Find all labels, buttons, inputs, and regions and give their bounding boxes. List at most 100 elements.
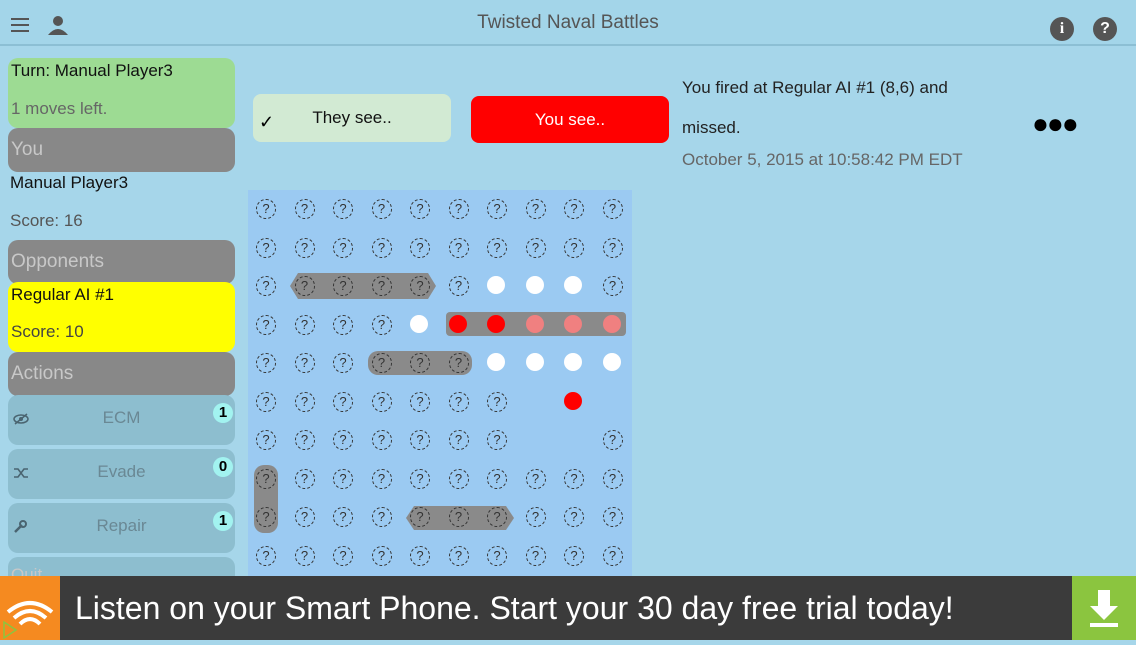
grid-cell[interactable]: ?	[294, 507, 315, 527]
repair-button[interactable]: Repair 1	[8, 503, 235, 553]
grid-cell[interactable]: ?	[602, 430, 623, 450]
grid-cell[interactable]: ?	[448, 545, 469, 566]
grid-cell[interactable]: ?	[371, 276, 392, 296]
download-icon[interactable]	[1072, 576, 1136, 640]
grid-cell[interactable]: ?	[448, 276, 469, 296]
quit-button[interactable]: Quit	[8, 557, 235, 576]
grid-cell[interactable]: ?	[294, 276, 315, 296]
grid-cell[interactable]: ?	[333, 391, 353, 412]
grid-cell[interactable]: ?	[410, 507, 430, 527]
grid-cell[interactable]: ?	[371, 314, 392, 335]
grid-cell[interactable]: ?	[371, 430, 392, 450]
grid-cell[interactable]: ?	[487, 507, 507, 527]
grid-cell[interactable]: ?	[371, 468, 392, 489]
grid-cell[interactable]: ?	[371, 237, 392, 258]
grid-cell[interactable]: ?	[371, 353, 392, 373]
grid-cell[interactable]: ?	[602, 237, 623, 258]
miss-marker[interactable]	[487, 276, 505, 294]
game-grid[interactable]: ????????????????????????????????????????…	[248, 190, 632, 576]
grid-cell[interactable]: ?	[410, 545, 430, 566]
grid-cell[interactable]: ?	[564, 507, 584, 527]
miss-marker[interactable]	[410, 314, 428, 333]
grid-cell[interactable]: ?	[294, 314, 315, 335]
grid-cell[interactable]: ?	[256, 468, 276, 489]
help-icon[interactable]: ?	[1093, 17, 1117, 41]
grid-cell[interactable]: ?	[294, 353, 315, 373]
miss-marker[interactable]	[564, 276, 582, 294]
grid-cell[interactable]: ?	[294, 237, 315, 258]
grid-cell[interactable]: ?	[410, 430, 430, 450]
grid-cell[interactable]: ?	[333, 276, 353, 296]
grid-cell[interactable]: ?	[564, 545, 584, 566]
hit-marker[interactable]	[448, 314, 467, 333]
grid-cell[interactable]: ?	[333, 314, 353, 335]
grid-cell[interactable]: ?	[410, 276, 430, 296]
grid-cell[interactable]: ?	[525, 468, 546, 489]
grid-cell[interactable]: ?	[564, 199, 584, 219]
grid-cell[interactable]: ?	[487, 199, 507, 219]
grid-cell[interactable]: ?	[294, 468, 315, 489]
miss-marker[interactable]	[602, 353, 621, 371]
grid-cell[interactable]: ?	[487, 237, 507, 258]
grid-cell[interactable]: ?	[448, 507, 469, 527]
grid-cell[interactable]: ?	[294, 391, 315, 412]
grid-cell[interactable]: ?	[333, 237, 353, 258]
info-icon[interactable]: i	[1050, 17, 1074, 41]
more-options-icon[interactable]: ●●●	[1032, 108, 1079, 140]
grid-cell[interactable]: ?	[448, 237, 469, 258]
grid-cell[interactable]: ?	[564, 237, 584, 258]
miss-marker[interactable]	[525, 353, 544, 371]
miss-marker[interactable]	[525, 276, 544, 294]
grid-cell[interactable]: ?	[371, 199, 392, 219]
grid-cell[interactable]: ?	[410, 199, 430, 219]
grid-cell[interactable]: ?	[256, 276, 276, 296]
grid-cell[interactable]: ?	[256, 545, 276, 566]
grid-cell[interactable]: ?	[448, 468, 469, 489]
hit-marker[interactable]	[564, 314, 582, 333]
grid-cell[interactable]: ?	[487, 391, 507, 412]
grid-cell[interactable]: ?	[294, 199, 315, 219]
hit-marker[interactable]	[487, 314, 505, 333]
grid-cell[interactable]: ?	[333, 545, 353, 566]
grid-cell[interactable]: ?	[525, 545, 546, 566]
grid-cell[interactable]: ?	[564, 468, 584, 489]
grid-cell[interactable]: ?	[410, 391, 430, 412]
grid-cell[interactable]: ?	[256, 314, 276, 335]
you-see-button[interactable]: You see..	[471, 96, 669, 143]
grid-cell[interactable]: ?	[294, 430, 315, 450]
grid-cell[interactable]: ?	[525, 237, 546, 258]
grid-cell[interactable]: ?	[525, 507, 546, 527]
grid-cell[interactable]: ?	[256, 353, 276, 373]
grid-cell[interactable]: ?	[602, 545, 623, 566]
miss-marker[interactable]	[564, 353, 582, 371]
grid-cell[interactable]: ?	[602, 507, 623, 527]
grid-cell[interactable]: ?	[333, 353, 353, 373]
grid-cell[interactable]: ?	[333, 430, 353, 450]
grid-cell[interactable]: ?	[371, 391, 392, 412]
grid-cell[interactable]: ?	[333, 199, 353, 219]
grid-cell[interactable]: ?	[371, 507, 392, 527]
grid-cell[interactable]: ?	[448, 391, 469, 412]
grid-cell[interactable]: ?	[602, 468, 623, 489]
grid-cell[interactable]: ?	[256, 237, 276, 258]
grid-cell[interactable]: ?	[256, 199, 276, 219]
grid-cell[interactable]: ?	[448, 353, 469, 373]
miss-marker[interactable]	[487, 353, 505, 371]
grid-cell[interactable]: ?	[256, 507, 276, 527]
grid-cell[interactable]: ?	[448, 430, 469, 450]
grid-cell[interactable]: ?	[487, 468, 507, 489]
hit-marker[interactable]	[525, 314, 544, 333]
grid-cell[interactable]: ?	[602, 276, 623, 296]
they-see-button[interactable]: ✓ They see..	[253, 94, 451, 142]
grid-cell[interactable]: ?	[294, 545, 315, 566]
grid-cell[interactable]: ?	[333, 507, 353, 527]
grid-cell[interactable]: ?	[487, 545, 507, 566]
grid-cell[interactable]: ?	[602, 199, 623, 219]
grid-cell[interactable]: ?	[487, 430, 507, 450]
evade-button[interactable]: Evade 0	[8, 449, 235, 499]
grid-cell[interactable]: ?	[333, 468, 353, 489]
ecm-button[interactable]: ECM 1	[8, 395, 235, 445]
grid-cell[interactable]: ?	[448, 199, 469, 219]
grid-cell[interactable]: ?	[371, 545, 392, 566]
grid-cell[interactable]: ?	[256, 391, 276, 412]
